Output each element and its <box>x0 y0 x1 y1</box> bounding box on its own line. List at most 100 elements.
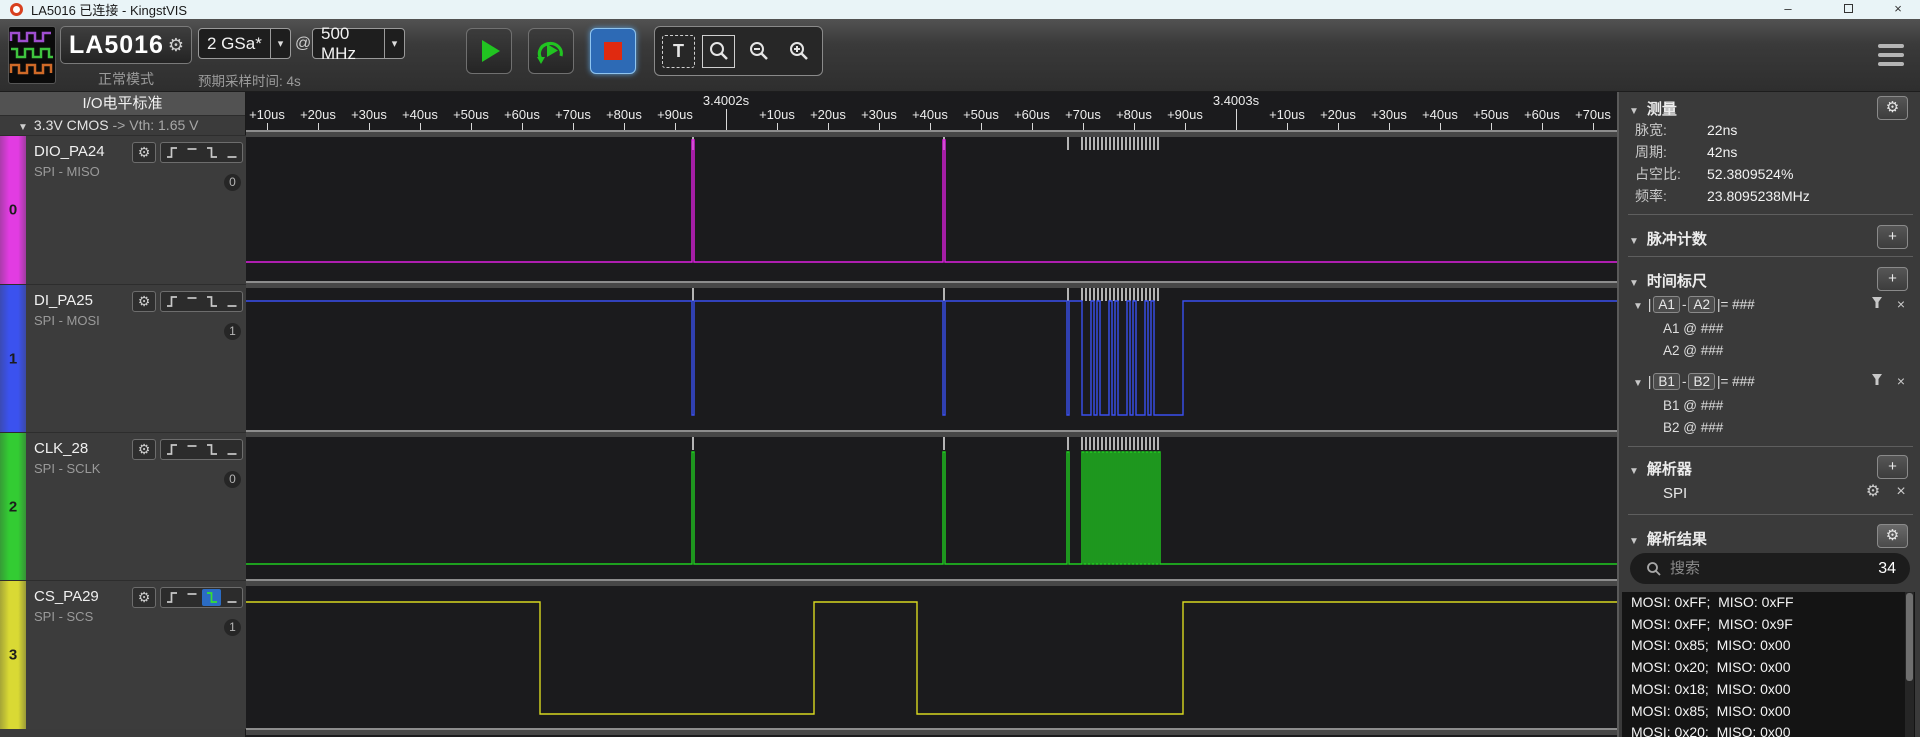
pulse-count-section-header[interactable]: ▼脉冲计数 <box>1629 228 1707 249</box>
zoom-out-button[interactable] <box>742 35 775 68</box>
channel-settings-gear-icon[interactable]: ⚙ <box>132 142 156 163</box>
high-level-trigger-button[interactable] <box>182 589 201 606</box>
zoom-select-tool-button[interactable] <box>702 35 735 68</box>
results-section-header[interactable]: ▼解析结果 <box>1629 528 1707 549</box>
minimize-button[interactable]: – <box>1766 0 1810 19</box>
sample-depth-select[interactable]: 2 GSa* ▾ <box>198 28 291 59</box>
axis-tick <box>573 123 574 130</box>
rising-edge-trigger-button[interactable] <box>162 293 181 310</box>
channel-row-cs_pa29[interactable]: 3CS_PA29SPI - SCS⚙1 <box>0 580 246 729</box>
decode-result-row[interactable]: MOSI: 0x85; MISO: 0x00 <box>1631 703 1891 719</box>
ruler-section-header[interactable]: ▼时间标尺 <box>1629 270 1707 291</box>
edge-marker <box>1113 288 1115 301</box>
channel-role-label: SPI - MOSI <box>34 313 100 328</box>
channel-row-dio_pa24[interactable]: 0DIO_PA24SPI - MISO⚙0 <box>0 135 246 284</box>
falling-edge-trigger-button[interactable] <box>202 441 221 458</box>
edge-marker <box>1067 137 1069 150</box>
decode-result-row[interactable]: MOSI: 0xFF; MISO: 0x9F <box>1631 616 1891 632</box>
waveform-plot[interactable] <box>246 130 1617 737</box>
ruler-value: ### <box>1732 374 1755 389</box>
start-button[interactable] <box>466 28 512 74</box>
ruler-pair-b[interactable]: ▼|B1-B2|= ### <box>1633 373 1755 390</box>
results-settings-button[interactable]: ⚙ <box>1877 524 1908 548</box>
high-level-trigger-button[interactable] <box>182 144 201 161</box>
device-button[interactable]: LA5016 ⚙ <box>60 26 192 64</box>
channel-row-clk_28[interactable]: 2CLK_28SPI - SCLK⚙0 <box>0 432 246 580</box>
remove-analyzer-button[interactable]: × <box>1893 484 1909 500</box>
falling-edge-trigger-button[interactable] <box>202 293 221 310</box>
close-button[interactable]: × <box>1876 0 1920 19</box>
analyzer-settings-gear-icon[interactable]: ⚙ <box>1865 484 1881 500</box>
text-marker-tool-button[interactable]: T <box>662 35 695 68</box>
ruler-pin-icon[interactable] <box>1869 296 1885 312</box>
decode-results-list[interactable]: MOSI: 0xFF; MISO: 0xFF MOSI: 0xFF; MISO: … <box>1622 592 1915 737</box>
channel-number: 1 <box>0 350 26 367</box>
channel-settings-gear-icon[interactable]: ⚙ <box>132 439 156 460</box>
device-settings-gear-icon[interactable]: ⚙ <box>168 35 191 56</box>
falling-edge-trigger-button[interactable] <box>202 144 221 161</box>
marker-a1[interactable]: A1 <box>1653 296 1680 313</box>
chevron-down-icon[interactable]: ▾ <box>384 29 404 58</box>
remove-ruler-button[interactable]: × <box>1893 296 1909 312</box>
maximize-button[interactable] <box>1826 0 1870 19</box>
add-pulse-counter-button[interactable]: + <box>1877 225 1908 249</box>
search-box[interactable]: 34 <box>1630 553 1910 584</box>
marker-b2[interactable]: B2 <box>1688 373 1715 390</box>
axis-minor-label: +90us <box>1150 107 1220 122</box>
scrollbar-thumb[interactable] <box>1906 593 1913 681</box>
decode-result-row[interactable]: MOSI: 0xFF; MISO: 0xFF <box>1631 594 1891 610</box>
decode-result-row[interactable]: MOSI: 0x20; MISO: 0x00 <box>1631 659 1891 675</box>
axis-tick <box>1083 123 1084 130</box>
zoom-out-icon <box>748 40 770 62</box>
analyzer-item-spi[interactable]: SPI <box>1663 485 1687 502</box>
falling-edge-trigger-button[interactable] <box>202 589 221 606</box>
axis-major-label: 3.4002s <box>691 93 761 108</box>
results-scrollbar[interactable] <box>1905 592 1914 737</box>
axis-tick <box>624 123 625 130</box>
edge-marker <box>1089 288 1091 301</box>
low-level-trigger-button[interactable] <box>222 589 241 606</box>
channel-row-di_pa25[interactable]: 1DI_PA25SPI - MOSI⚙1 <box>0 284 246 432</box>
rising-edge-trigger-button[interactable] <box>162 589 181 606</box>
edge-marker <box>1089 137 1091 150</box>
low-level-trigger-button[interactable] <box>222 293 241 310</box>
measure-section-header[interactable]: ▼测量 <box>1629 98 1677 119</box>
stop-button[interactable] <box>590 28 636 74</box>
decode-result-row[interactable]: MOSI: 0x18; MISO: 0x00 <box>1631 681 1891 697</box>
add-ruler-button[interactable]: + <box>1877 267 1908 291</box>
decode-result-row[interactable]: MOSI: 0x85; MISO: 0x00 <box>1631 637 1891 653</box>
search-input[interactable] <box>1670 560 1860 577</box>
zoom-in-button[interactable] <box>782 35 815 68</box>
high-level-trigger-button[interactable] <box>182 441 201 458</box>
analyzer-section-header[interactable]: ▼解析器 <box>1629 458 1692 479</box>
time-axis[interactable]: +10us+20us+30us+40us+50us+60us+70us+80us… <box>246 92 1617 130</box>
add-analyzer-button[interactable]: + <box>1877 455 1908 479</box>
menu-button[interactable] <box>1878 44 1904 66</box>
marker-a2[interactable]: A2 <box>1688 296 1715 313</box>
channel-name[interactable]: CLK_28 <box>34 440 88 457</box>
rising-edge-trigger-button[interactable] <box>162 441 181 458</box>
collapse-arrow-icon[interactable]: ▼ <box>18 122 28 133</box>
loop-capture-button[interactable] <box>528 28 574 74</box>
channel-settings-gear-icon[interactable]: ⚙ <box>132 587 156 608</box>
channel-settings-gear-icon[interactable]: ⚙ <box>132 291 156 312</box>
channel-name[interactable]: CS_PA29 <box>34 588 99 605</box>
ruler-pin-icon[interactable] <box>1869 373 1885 389</box>
edge-marker <box>1085 137 1087 150</box>
titlebar: LA5016 已连接 - KingstVIS – × <box>0 0 1920 19</box>
decode-result-row[interactable]: MOSI: 0x20; MISO: 0x00 <box>1631 724 1891 737</box>
edge-marker <box>692 437 694 450</box>
measure-settings-button[interactable]: ⚙ <box>1877 96 1908 120</box>
channel-name[interactable]: DI_PA25 <box>34 292 93 309</box>
io-level-row[interactable]: ▼3.3V CMOS -> Vth: 1.65 V <box>0 116 245 135</box>
chevron-down-icon[interactable]: ▾ <box>270 29 290 58</box>
marker-b1[interactable]: B1 <box>1653 373 1680 390</box>
ruler-pair-a[interactable]: ▼|A1-A2|= ### <box>1633 296 1755 313</box>
sample-rate-select[interactable]: 500 MHz ▾ <box>312 28 405 59</box>
remove-ruler-button[interactable]: × <box>1893 373 1909 389</box>
low-level-trigger-button[interactable] <box>222 441 241 458</box>
low-level-trigger-button[interactable] <box>222 144 241 161</box>
channel-name[interactable]: DIO_PA24 <box>34 143 105 160</box>
rising-edge-trigger-button[interactable] <box>162 144 181 161</box>
high-level-trigger-button[interactable] <box>182 293 201 310</box>
